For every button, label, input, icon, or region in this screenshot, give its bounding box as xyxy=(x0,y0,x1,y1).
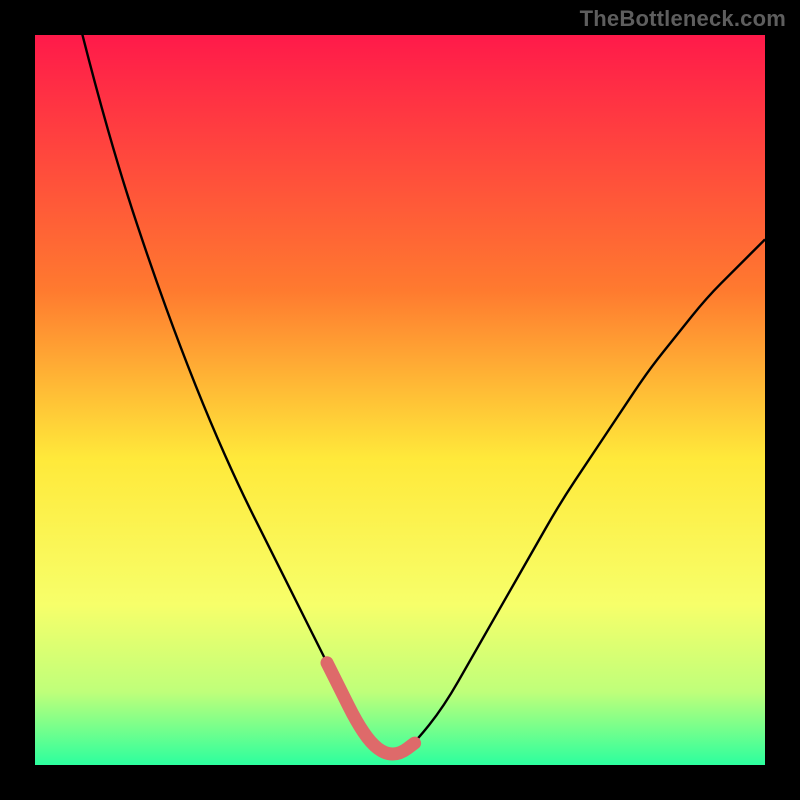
gradient-background xyxy=(35,35,765,765)
bottleneck-chart xyxy=(0,0,800,800)
watermark-text: TheBottleneck.com xyxy=(580,6,786,32)
chart-frame: TheBottleneck.com xyxy=(0,0,800,800)
